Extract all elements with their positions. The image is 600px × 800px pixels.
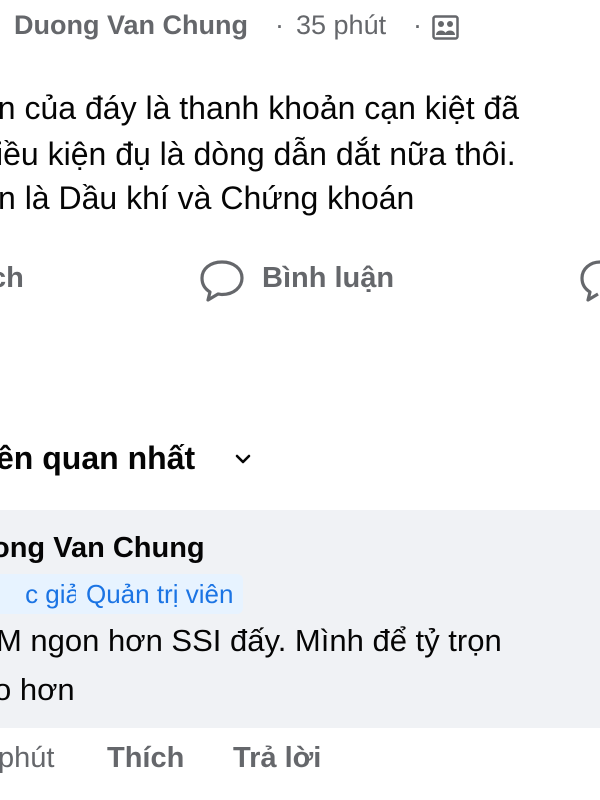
comment-author-name[interactable]: ong Van Chung <box>0 532 205 565</box>
header-separator: · <box>413 10 422 40</box>
post-text-line: ần của đáy là thanh khoản cạn kiệt đã <box>0 90 520 126</box>
comment-reply-button[interactable]: Trả lời <box>233 742 321 775</box>
facebook-post-screen: Duong Van Chung · 35 phút · ần của đáy l… <box>0 0 600 800</box>
comment-button[interactable]: Bình luận <box>262 262 394 295</box>
post-author-name[interactable]: Duong Van Chung <box>14 10 248 41</box>
comment-timestamp[interactable]: phút <box>0 742 54 775</box>
header-separator: · <box>275 10 284 40</box>
comment-like-button[interactable]: Thích <box>107 742 184 775</box>
share-icon[interactable] <box>578 258 600 304</box>
comment-sort-dropdown[interactable]: ên quan nhất <box>0 440 195 477</box>
chevron-down-icon[interactable] <box>234 452 252 464</box>
comment-text-line: o hơn <box>0 672 75 707</box>
group-members-icon <box>432 14 459 41</box>
like-button[interactable]: ch <box>0 262 24 295</box>
comment-bubble-icon[interactable] <box>198 258 246 304</box>
comment-text-line: M ngon hơn SSI đấy. Mình để tỷ trọn <box>0 623 502 658</box>
author-badge: c giả <box>0 574 86 614</box>
post-text-line: iều kiện đụ là dòng dẫn dắt nữa thôi. <box>0 136 516 172</box>
post-timestamp[interactable]: 35 phút <box>296 10 386 41</box>
post-text-line: n là Dầu khí và Chứng khoán <box>0 180 415 216</box>
admin-badge: Quản trị viên <box>76 574 244 614</box>
